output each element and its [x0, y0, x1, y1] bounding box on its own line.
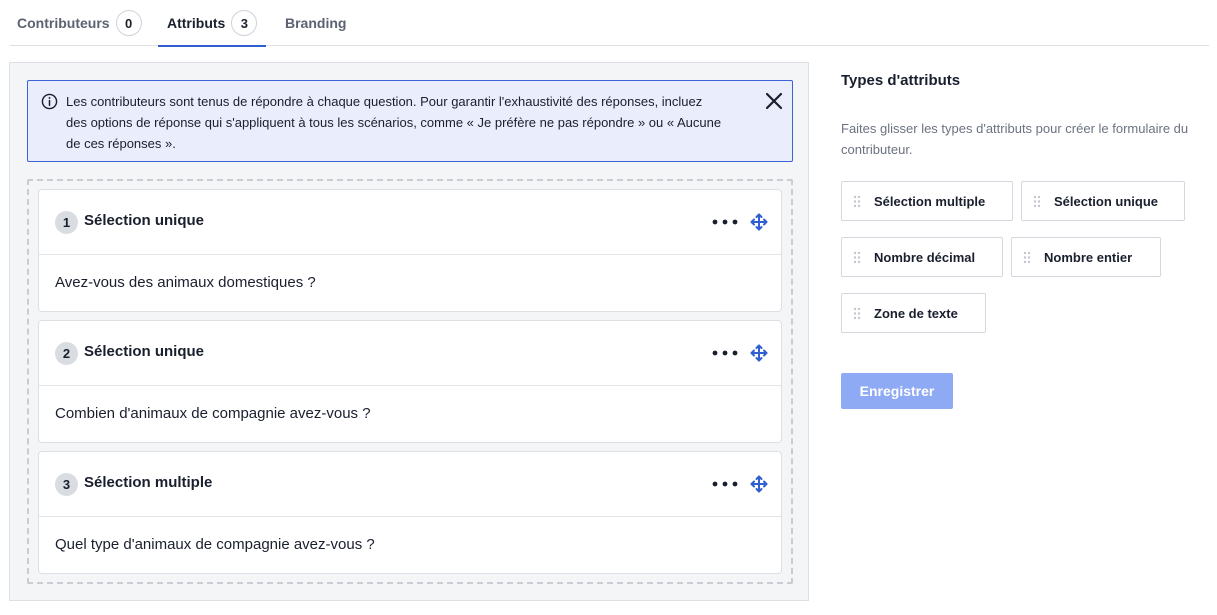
question-text: Quel type d'animaux de compagnie avez-vo… — [55, 536, 375, 553]
info-banner: Les contributeurs sont tenus de répondre… — [27, 80, 793, 162]
question-type-label: Sélection unique — [84, 343, 205, 360]
more-options-icon[interactable] — [711, 475, 739, 493]
question-number-badge: 2 — [55, 342, 78, 365]
attribute-types-title: Types d'attributs — [841, 72, 961, 89]
more-options-icon[interactable] — [711, 344, 739, 362]
attribute-type-decimal[interactable]: Nombre décimal — [841, 237, 1003, 277]
tab-label: Attributs — [167, 15, 226, 31]
question-card[interactable]: 3 Sélection multiple Quel type d'animaux… — [38, 451, 782, 574]
drag-handle-icon — [853, 251, 861, 264]
attribute-type-text-area[interactable]: Zone de texte — [841, 293, 986, 333]
question-number-badge: 3 — [55, 473, 78, 496]
question-header: 2 Sélection unique — [39, 321, 781, 386]
attribute-types-description: Faites glisser les types d'attributs pou… — [841, 121, 1189, 157]
tab-count-badge: 0 — [115, 10, 142, 36]
move-icon[interactable] — [750, 475, 768, 493]
question-header: 3 Sélection multiple — [39, 452, 781, 517]
attribute-type-label: Sélection unique — [1054, 194, 1159, 209]
move-icon[interactable] — [750, 344, 768, 362]
attribute-type-multiple-choice[interactable]: Sélection multiple — [841, 181, 1013, 221]
attribute-type-label: Nombre décimal — [874, 250, 976, 265]
attribute-type-label: Zone de texte — [874, 306, 958, 321]
question-text: Combien d'animaux de compagnie avez-vous… — [55, 405, 371, 422]
questions-dropzone[interactable]: 1 Sélection unique Avez-vous des animaux… — [27, 179, 793, 584]
question-header: 1 Sélection unique — [39, 190, 781, 255]
question-text: Avez-vous des animaux domestiques ? — [55, 274, 316, 291]
drag-handle-icon — [1033, 195, 1041, 208]
question-card[interactable]: 2 Sélection unique Combien d'animaux de … — [38, 320, 782, 443]
form-builder-panel: Les contributeurs sont tenus de répondre… — [9, 62, 809, 601]
tab-branding[interactable]: Branding — [285, 0, 346, 46]
tab-label: Contributeurs — [17, 15, 110, 31]
tab-contributeurs[interactable]: Contributeurs 0 — [17, 0, 142, 46]
attribute-type-single-choice[interactable]: Sélection unique — [1021, 181, 1185, 221]
info-icon — [41, 93, 58, 110]
tab-label: Branding — [285, 15, 347, 31]
tab-attributs[interactable]: Attributs 3 — [158, 0, 267, 47]
drag-handle-icon — [853, 195, 861, 208]
attribute-type-label: Nombre entier — [1044, 250, 1133, 265]
info-banner-text: Les contributeurs sont tenus de répondre… — [66, 94, 722, 151]
drag-handle-icon — [1023, 251, 1031, 264]
tab-count-badge: 3 — [231, 10, 258, 36]
more-options-icon[interactable] — [711, 213, 739, 231]
tab-bar: Contributeurs 0 Attributs 3 Branding — [10, 0, 1209, 47]
attribute-type-label: Sélection multiple — [874, 194, 986, 209]
question-number-badge: 1 — [55, 211, 78, 234]
question-type-label: Sélection multiple — [84, 474, 213, 491]
close-icon[interactable] — [764, 91, 784, 111]
drag-handle-icon — [853, 307, 861, 320]
question-type-label: Sélection unique — [84, 212, 205, 229]
question-card[interactable]: 1 Sélection unique Avez-vous des animaux… — [38, 189, 782, 312]
save-button[interactable]: Enregistrer — [841, 373, 953, 409]
move-icon[interactable] — [750, 213, 768, 231]
attribute-type-integer[interactable]: Nombre entier — [1011, 237, 1161, 277]
